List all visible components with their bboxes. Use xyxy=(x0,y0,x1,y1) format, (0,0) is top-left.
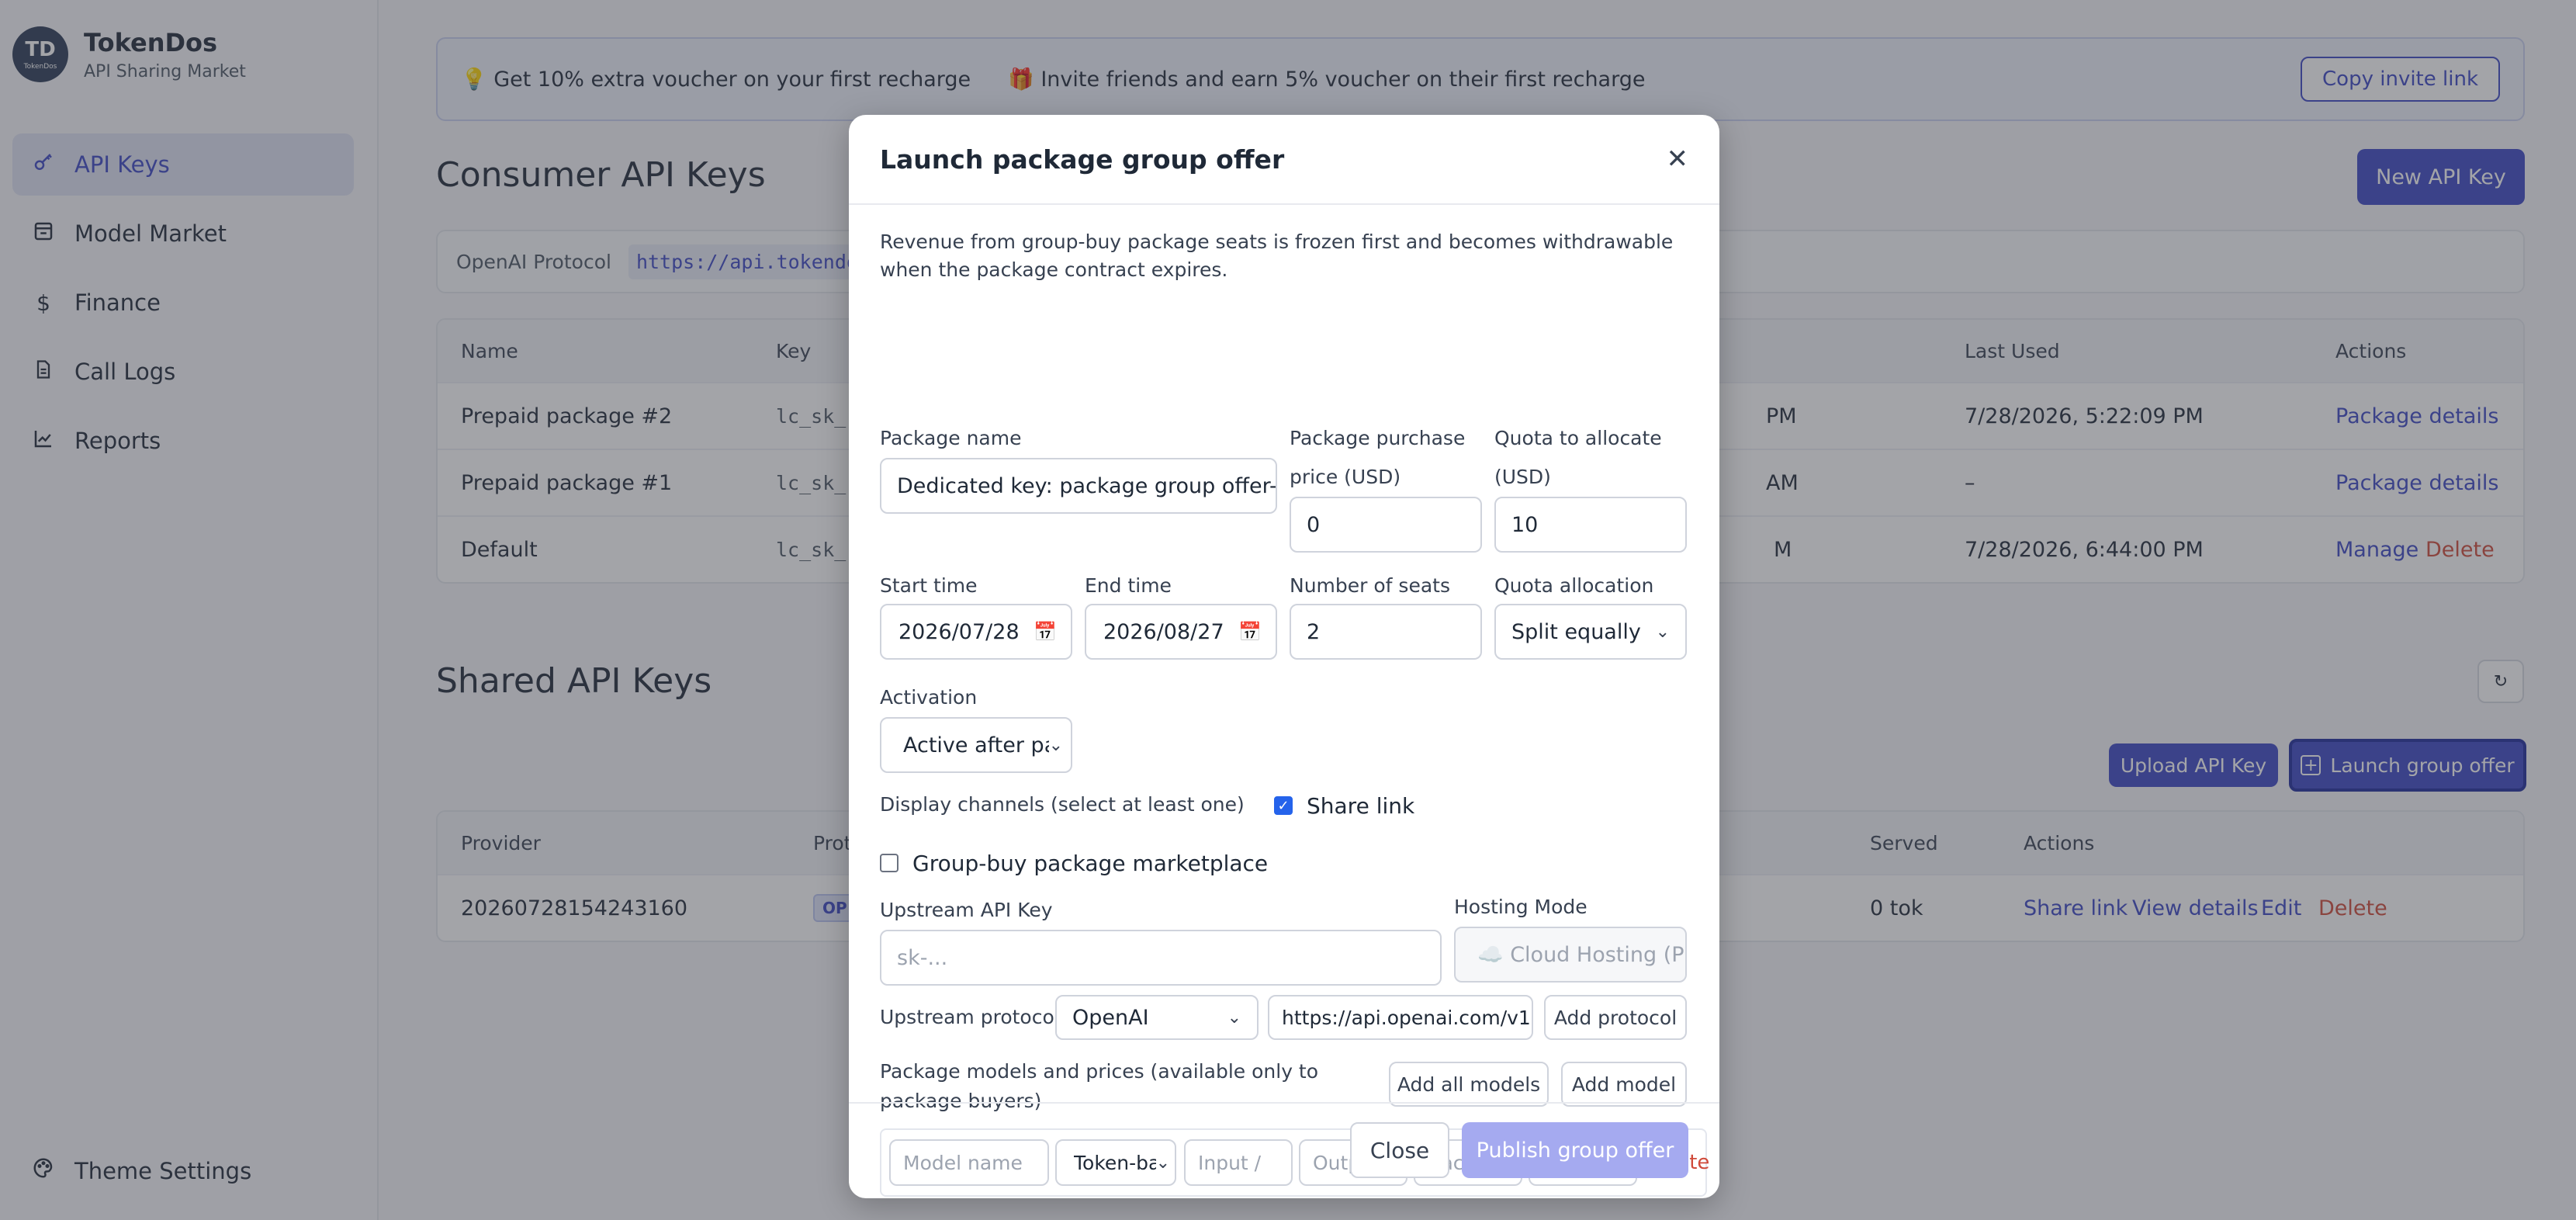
quota-input[interactable]: 10 xyxy=(1494,497,1687,553)
upstream-protocol-value: OpenAI xyxy=(1072,1005,1149,1030)
display-channels-label: Display channels (select at least one) xyxy=(880,793,1245,816)
chevron-down-icon: ⌄ xyxy=(1655,622,1670,642)
close-button[interactable]: Close xyxy=(1350,1122,1449,1178)
quota-label: Quota to allocate xyxy=(1494,427,1662,449)
end-time-value: 2026/08/27 xyxy=(1103,619,1224,644)
chevron-down-icon: ⌄ xyxy=(1048,735,1063,755)
revenue-notice: Revenue from group-buy package seats is … xyxy=(880,230,1674,281)
add-model-button[interactable]: Add model xyxy=(1561,1062,1687,1107)
chevron-down-icon: ⌄ xyxy=(1227,1007,1241,1028)
checkbox-checked-icon[interactable]: ✓ xyxy=(1274,796,1293,815)
checkbox-unchecked-icon[interactable] xyxy=(880,854,898,872)
add-protocol-button[interactable]: Add protocol xyxy=(1544,995,1687,1040)
start-time-input[interactable]: 2026/07/28 📅 xyxy=(880,604,1072,660)
upstream-protocol-label: Upstream protocol xyxy=(880,1006,1060,1028)
close-icon[interactable]: ✕ xyxy=(1667,144,1689,175)
package-name-input[interactable]: Dedicated key: package group offer-2 xyxy=(880,458,1277,514)
launch-group-offer-modal: Launch package group offer ✕ Revenue fro… xyxy=(849,115,1719,1198)
quota-allocation-value: Split equally xyxy=(1511,619,1641,644)
upstream-url-input[interactable]: https://api.openai.com/v1 xyxy=(1268,995,1533,1040)
hosting-mode-label: Hosting Mode xyxy=(1454,896,1587,918)
hosting-mode-select: ☁️ Cloud Hosting (Pl xyxy=(1454,927,1687,983)
seats-input[interactable]: 2 xyxy=(1290,604,1482,660)
publish-group-offer-button[interactable]: Publish group offer xyxy=(1462,1122,1688,1178)
price-label-line1: Package purchase xyxy=(1290,427,1466,449)
add-all-models-button[interactable]: Add all models xyxy=(1389,1062,1549,1107)
share-link-checkbox-row[interactable]: ✓ Share link xyxy=(1274,792,1414,820)
activation-value: Active after paym xyxy=(903,733,1049,757)
share-link-label: Share link xyxy=(1307,792,1415,819)
package-name-label: Package name xyxy=(880,427,1022,449)
activation-select[interactable]: Active after paym ⌄ xyxy=(880,717,1072,773)
marketplace-label: Group-buy package marketplace xyxy=(912,850,1269,876)
calendar-icon[interactable]: 📅 xyxy=(1034,621,1057,643)
start-time-value: 2026/07/28 xyxy=(898,619,1020,644)
quota-label-2: (USD) xyxy=(1494,466,1551,488)
quota-allocation-label: Quota allocation xyxy=(1494,574,1654,597)
seats-label: Number of seats xyxy=(1290,574,1450,597)
activation-label: Activation xyxy=(880,686,978,709)
price-input[interactable]: 0 xyxy=(1290,497,1482,553)
modal-footer: Close Publish group offer xyxy=(849,1102,1719,1198)
start-time-label: Start time xyxy=(880,574,978,597)
hosting-mode-value: ☁️ Cloud Hosting (Pl xyxy=(1477,943,1687,967)
calendar-icon[interactable]: 📅 xyxy=(1238,621,1262,643)
modal-title: Launch package group offer xyxy=(880,144,1285,175)
upstream-key-label: Upstream API Key xyxy=(880,899,1053,921)
end-time-input[interactable]: 2026/08/27 📅 xyxy=(1085,604,1277,660)
modal-header: Launch package group offer ✕ xyxy=(849,115,1719,205)
marketplace-checkbox-row[interactable]: Group-buy package marketplace xyxy=(880,846,1268,880)
upstream-protocol-select[interactable]: OpenAI ⌄ xyxy=(1055,995,1259,1040)
price-label-2: price (USD) xyxy=(1290,466,1401,488)
end-time-label: End time xyxy=(1085,574,1172,597)
price-label: Package purchase xyxy=(1290,419,1465,458)
quota-allocation-select[interactable]: Split equally ⌄ xyxy=(1494,604,1687,660)
upstream-key-input[interactable]: sk-... xyxy=(880,930,1442,986)
